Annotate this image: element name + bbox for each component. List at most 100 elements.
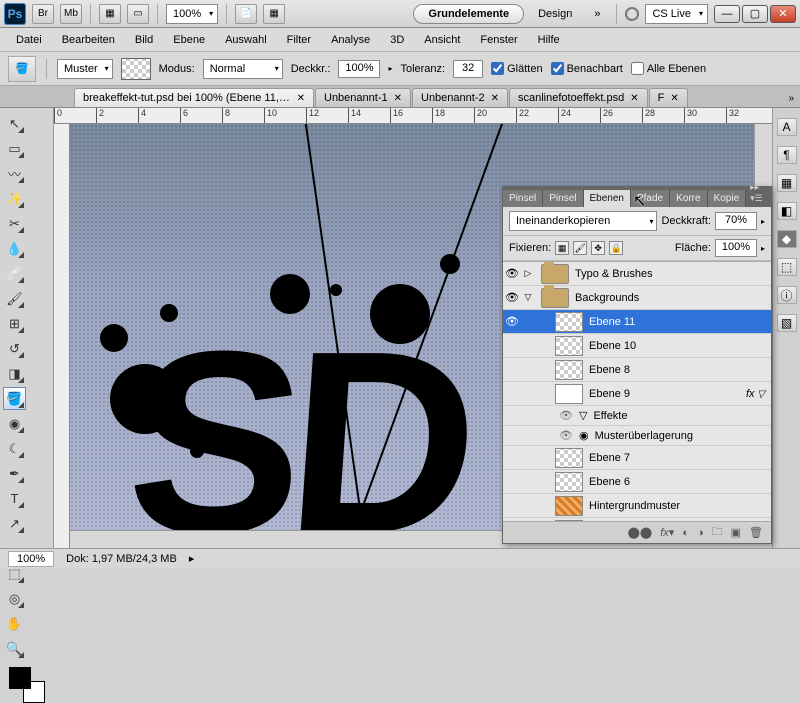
panel-tab-pfade[interactable]: Pfade	[631, 190, 670, 207]
visibility-icon[interactable]: 👁	[503, 315, 521, 328]
layer-row[interactable]: Ebene 7	[503, 446, 771, 470]
dock-paragraph-icon[interactable]: ¶	[777, 146, 797, 164]
panel-menu-icon[interactable]: ▸▸ ▾☰	[746, 179, 771, 207]
fill-source-dropdown[interactable]: Muster	[57, 59, 113, 79]
antialias-checkbox[interactable]: Glätten	[491, 62, 542, 75]
menu-bild[interactable]: Bild	[127, 31, 161, 49]
all-layers-checkbox[interactable]: Alle Ebenen	[631, 62, 706, 75]
hand-tool[interactable]: ✋	[3, 612, 26, 635]
opacity-field[interactable]: 100%	[338, 60, 380, 78]
layer-group-row[interactable]: 👁▷Typo & Brushes	[503, 262, 771, 286]
menu-ansicht[interactable]: Ansicht	[416, 31, 468, 49]
dock-info-icon[interactable]: ⓘ	[777, 286, 797, 304]
menu-analyse[interactable]: Analyse	[323, 31, 378, 49]
close-icon[interactable]: ✕	[394, 93, 402, 104]
menu-fenster[interactable]: Fenster	[472, 31, 525, 49]
move-tool[interactable]: ↖	[3, 112, 26, 135]
document-tab[interactable]: scanlinefotoeffekt.psd✕	[509, 88, 648, 107]
panel-tab-kopie[interactable]: Kopie	[708, 190, 747, 207]
horizontal-ruler[interactable]: 02468101214161820222426283032	[54, 108, 772, 124]
status-zoom[interactable]: 100%	[8, 551, 54, 567]
layer-effect-row[interactable]: 👁▽Effekte	[503, 406, 771, 426]
window-close[interactable]: ✕	[770, 5, 796, 23]
cslive-dropdown[interactable]: CS Live	[645, 4, 708, 24]
layer-thumbnail[interactable]	[541, 288, 569, 308]
document-tab[interactable]: breakeffekt-tut.psd bei 100% (Ebene 11, …	[74, 88, 314, 107]
panel-tab-ebenen[interactable]: Ebenen	[584, 190, 631, 207]
panel-opacity-field[interactable]: 70%	[715, 212, 757, 230]
layer-effect-row[interactable]: 👁◉Musterüberlagerung	[503, 426, 771, 446]
document-tab[interactable]: Unbenannt-1✕	[315, 88, 411, 107]
panel-tab-pinsel[interactable]: Pinsel	[543, 190, 583, 207]
extras-button[interactable]: 📄	[235, 4, 257, 24]
lock-pixels-icon[interactable]: 🖌	[573, 241, 587, 255]
zoom-dropdown[interactable]: 100%	[166, 4, 218, 24]
arrange-grid-button[interactable]: ▦	[99, 4, 121, 24]
layer-row[interactable]: Ebene 8	[503, 358, 771, 382]
dock-adjust-icon[interactable]: ◧	[777, 202, 797, 220]
panel-tab-korre[interactable]: Korre	[670, 190, 707, 207]
window-maximize[interactable]: ▢	[742, 5, 768, 23]
layer-group-row[interactable]: 👁▽Backgrounds	[503, 286, 771, 310]
zoom-tool[interactable]: 🔍	[3, 637, 26, 660]
visibility-icon[interactable]: 👁	[503, 291, 521, 304]
layer-thumbnail[interactable]	[555, 336, 583, 356]
visibility-icon[interactable]: 👁	[559, 409, 573, 422]
document-tab[interactable]: F✕	[649, 88, 688, 107]
pattern-swatch[interactable]	[121, 58, 151, 80]
path-select-tool[interactable]: ↗	[3, 512, 26, 535]
layer-thumbnail[interactable]	[555, 312, 583, 332]
pen-tool[interactable]: ✒	[3, 462, 26, 485]
menu-ebene[interactable]: Ebene	[165, 31, 213, 49]
dodge-tool[interactable]: ☾	[3, 437, 26, 460]
foreground-color[interactable]	[9, 667, 31, 689]
bridge-button[interactable]: Br	[32, 4, 54, 24]
layer-thumbnail[interactable]	[555, 448, 583, 468]
layer-thumbnail[interactable]	[541, 264, 569, 284]
menu-3d[interactable]: 3D	[382, 31, 412, 49]
layer-row[interactable]: 👁Ebene 11	[503, 310, 771, 334]
lasso-tool[interactable]: 〰	[3, 162, 26, 185]
status-doc-size[interactable]: Dok: 1,97 MB/24,3 MB	[66, 553, 177, 565]
marquee-tool[interactable]: ▭	[3, 137, 26, 160]
mask-icon[interactable]: ◐	[682, 527, 689, 539]
layer-row[interactable]: Ebene 9fx ▽	[503, 382, 771, 406]
status-arrow-icon[interactable]: ▸	[189, 552, 195, 565]
layer-thumbnail[interactable]	[555, 360, 583, 380]
layer-row[interactable]: Hintergrundmuster	[503, 494, 771, 518]
panel-tab-pinsel[interactable]: Pinsel	[503, 190, 543, 207]
document-tab[interactable]: Unbenannt-2✕	[412, 88, 508, 107]
lock-transparency-icon[interactable]: ▦	[555, 241, 569, 255]
type-tool[interactable]: T	[3, 487, 26, 510]
layer-thumbnail[interactable]	[555, 472, 583, 492]
layer-thumbnail[interactable]	[555, 520, 583, 522]
layer-row[interactable]: Ebene 6	[503, 470, 771, 494]
layer-thumbnail[interactable]	[555, 384, 583, 404]
close-icon[interactable]: ✕	[670, 93, 678, 104]
new-layer-icon[interactable]: ▣	[731, 526, 741, 539]
workspace-design[interactable]: Design	[530, 5, 580, 23]
eyedropper-tool[interactable]: 💧	[3, 237, 26, 260]
minibridge-button[interactable]: Mb	[60, 4, 82, 24]
dock-type-icon[interactable]: A	[777, 118, 797, 136]
lock-position-icon[interactable]: ✥	[591, 241, 605, 255]
trash-icon[interactable]: 🗑	[749, 526, 763, 539]
menu-hilfe[interactable]: Hilfe	[530, 31, 568, 49]
tool-preset-picker[interactable]: 🪣	[8, 56, 36, 82]
contiguous-checkbox[interactable]: Benachbart	[551, 62, 623, 75]
eraser-tool[interactable]: ◨	[3, 362, 26, 385]
adjustment-icon[interactable]: ◑	[697, 527, 704, 539]
vertical-ruler[interactable]	[54, 124, 70, 548]
3d-camera-tool[interactable]: ◎	[3, 587, 26, 610]
close-icon[interactable]: ✕	[491, 93, 499, 104]
lock-all-icon[interactable]: 🔒	[609, 241, 623, 255]
dock-styles-icon[interactable]: ▧	[777, 314, 797, 332]
brush-tool[interactable]: 🖌	[3, 287, 26, 310]
folder-icon[interactable]: 🗀	[712, 523, 723, 542]
menu-auswahl[interactable]: Auswahl	[217, 31, 275, 49]
dock-3d-icon[interactable]: ⬚	[777, 258, 797, 276]
layer-row[interactable]: Ebene 10	[503, 334, 771, 358]
layer-thumbnail[interactable]	[555, 496, 583, 516]
screenmode-button[interactable]: ▭	[127, 4, 149, 24]
blend-mode-dropdown[interactable]: Ineinanderkopieren	[509, 211, 657, 231]
